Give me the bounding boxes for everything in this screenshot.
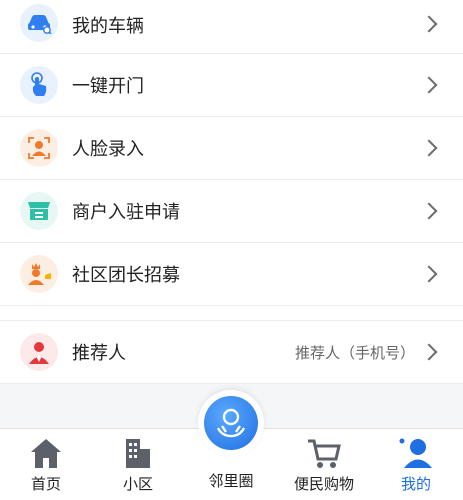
tab-label: 小区 (122, 475, 153, 493)
profile-icon (399, 438, 432, 468)
menu-item-face-entry[interactable]: 人脸录入 (0, 117, 463, 180)
menu-item-label: 一键开门 (72, 76, 144, 97)
tab-neighbor-label[interactable]: 邻里圈 (188, 470, 274, 491)
tab-home[interactable]: 首页 (6, 429, 86, 500)
chevron-right-icon (420, 265, 438, 283)
referrer-hint: 推荐人（手机号） (294, 343, 415, 362)
shop-icon (20, 192, 58, 230)
chevron-right-icon (420, 139, 438, 157)
tap-icon (20, 66, 58, 104)
menu-item-label: 商户入驻申请 (72, 202, 180, 223)
tab-label: 我的 (400, 475, 431, 493)
chevron-right-icon (420, 15, 438, 33)
menu-item-referrer[interactable]: 推荐人 推荐人（手机号） (0, 320, 463, 384)
tab-label: 便民购物 (293, 475, 354, 493)
menu-item-label: 我的车辆 (72, 16, 144, 37)
face-scan-icon (20, 129, 58, 167)
home-icon (31, 439, 61, 468)
tab-community[interactable]: 小区 (98, 429, 178, 500)
cart-icon (308, 439, 341, 468)
tab-label: 首页 (30, 475, 61, 493)
menu-item-label: 社区团长招募 (72, 265, 180, 286)
chevron-right-icon (420, 76, 438, 94)
neighbor-circle-button[interactable] (198, 390, 264, 456)
tab-shopping[interactable]: 便民购物 (284, 429, 364, 500)
menu-item-label: 推荐人 (72, 343, 126, 364)
menu-item-one-key-open[interactable]: 一键开门 (0, 54, 463, 117)
menu-item-leader-recruit[interactable]: 社区团长招募 (0, 243, 463, 306)
menu-item-merchant-apply[interactable]: 商户入驻申请 (0, 180, 463, 243)
menu-item-my-vehicles[interactable]: 我的车辆 (0, 0, 463, 54)
menu-item-label: 人脸录入 (72, 139, 144, 160)
car-icon (20, 4, 58, 42)
chevron-right-icon (420, 202, 438, 220)
settings-menu: 我的车辆 一键开门 人脸录入 商户入驻申请 社区团长招募 推荐人 推荐人（手机号… (0, 0, 463, 384)
neighbor-icon (204, 396, 258, 450)
building-icon (126, 439, 150, 468)
referrer-icon (20, 333, 58, 371)
chevron-right-icon (420, 343, 438, 361)
leader-icon (20, 255, 58, 293)
tab-mine[interactable]: 我的 (376, 429, 456, 500)
